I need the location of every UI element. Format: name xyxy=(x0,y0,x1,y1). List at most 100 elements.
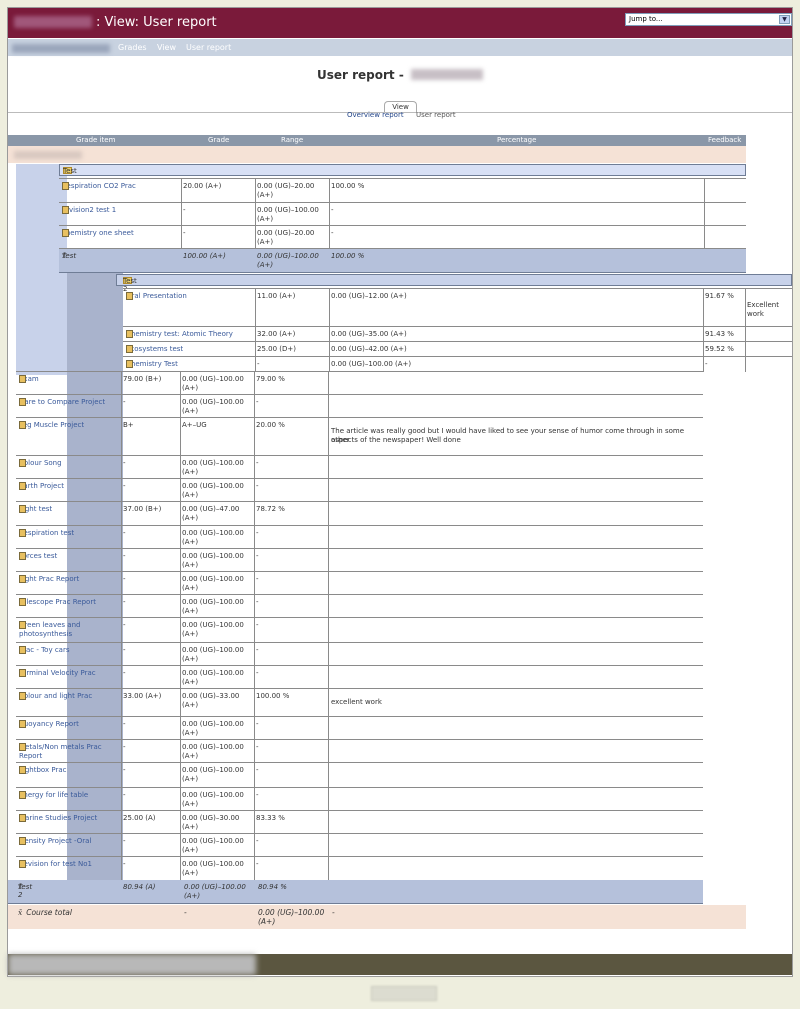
grade-item-link[interactable]: Green leaves and xyxy=(19,621,80,629)
grade-cell: - xyxy=(123,791,126,799)
course-total-range: 0.00 (UG)–100.00 xyxy=(258,908,325,917)
table-row: Chemistry test: Atomic Theory 32.00 (A+) 0… xyxy=(123,326,792,342)
grade-item-link[interactable]: Buoyancy Report xyxy=(19,720,79,728)
column-divider xyxy=(328,811,329,834)
breadcrumb: Grades View User report xyxy=(8,39,792,56)
grade-item-link[interactable]: Marine Studies Project xyxy=(19,814,97,822)
grade-item-link[interactable]: Oral Presentation xyxy=(126,292,187,300)
column-divider xyxy=(254,763,255,788)
column-divider xyxy=(180,572,181,595)
grade-cell: 37.00 (B+) xyxy=(123,505,162,513)
grade-item-link[interactable]: Density Project -Oral xyxy=(19,837,91,845)
breadcrumb-view[interactable]: View xyxy=(157,43,176,52)
grade-cell: - xyxy=(123,398,126,406)
table-row: Dare to Compare Project - 0.00 (UG)–100.00… xyxy=(16,394,703,418)
grade-item-link[interactable]: Chemistry test: Atomic Theory xyxy=(126,330,233,338)
grade-item-icon xyxy=(19,421,26,429)
column-divider xyxy=(121,372,122,395)
percentage-cell: 59.52 % xyxy=(705,345,734,353)
tab-overview-report[interactable]: Overview report xyxy=(347,111,404,119)
jump-to-select[interactable]: Jump to... ▼ xyxy=(625,13,792,26)
grade-item-link[interactable]: Lightbox Prac xyxy=(19,766,66,774)
grade-item-link[interactable]: Colour and light Prac xyxy=(19,692,92,700)
column-divider xyxy=(745,327,746,342)
grade-item-link[interactable]: Respiration test xyxy=(19,529,74,537)
grade-item-link[interactable]: Telescope Prac Report xyxy=(19,598,96,606)
grade-item-link[interactable]: Light Prac Report xyxy=(19,575,79,583)
grade-item-link[interactable]: chemistry one sheet xyxy=(62,229,134,237)
table-row: Light test 37.00 (B+) 0.00 (UG)–47.00 (A+) 7… xyxy=(16,501,703,526)
grade-item-link[interactable]: Revision for test No1 xyxy=(19,860,92,868)
column-divider xyxy=(254,740,255,763)
continue-button-redacted[interactable] xyxy=(371,986,437,1001)
grade-item-icon xyxy=(19,505,26,513)
grade-item-icon xyxy=(19,743,26,751)
course-total-row: x̄ Course total - 0.00 (UG)–100.00 (A+) - xyxy=(8,905,746,929)
grade-item-link-continued[interactable]: Report xyxy=(19,752,42,760)
column-divider xyxy=(328,857,329,881)
breadcrumb-course-redacted[interactable] xyxy=(12,44,110,53)
page-frame: : View: User report Jump to... ▼ Grades … xyxy=(7,7,793,977)
chevron-down-icon[interactable]: ▼ xyxy=(779,15,790,24)
item-name-cell: Dare to Compare Project xyxy=(19,398,105,407)
range-cell-suffix: (A+) xyxy=(182,584,199,592)
grade-cell: 25.00 (A) xyxy=(123,814,156,822)
column-divider xyxy=(254,572,255,595)
report-heading: User report - xyxy=(8,68,792,82)
percentage-cell: 100.00 % xyxy=(256,692,290,700)
item-name-cell: Metals/Non metals Prac Report xyxy=(19,743,102,761)
grade-item-icon xyxy=(19,720,26,728)
grade-item-link-continued[interactable]: photosynthesis xyxy=(19,630,72,638)
grade-item-link[interactable]: Prac - Toy cars xyxy=(19,646,70,654)
footer xyxy=(8,954,792,975)
column-divider xyxy=(703,289,704,327)
grade-item-icon xyxy=(19,860,26,868)
column-divider xyxy=(328,372,329,395)
range-cell: 0.00 (UG)–20.00 xyxy=(257,229,315,237)
grade-item-link[interactable]: Ecosystems test xyxy=(126,345,183,353)
percentage-cell: 100.00 % xyxy=(331,182,365,190)
table-row: Energy for life table - 0.00 (UG)–100.00 (A… xyxy=(16,787,703,811)
column-divider xyxy=(255,203,256,227)
grade-item-link[interactable]: Energy for life table xyxy=(19,791,88,799)
range-cell: 0.00 (UG)–100.00 xyxy=(182,646,244,654)
column-divider xyxy=(254,526,255,549)
range-cell: 0.00 (UG)–100.00 xyxy=(182,552,244,560)
percentage-cell: 83.33 % xyxy=(256,814,285,822)
range-cell: 0.00 (UG)–100.00 xyxy=(182,743,244,751)
column-divider xyxy=(181,226,182,250)
table-row: Respiration CO2 Prac 20.00 (A+) 0.00 (UG)–… xyxy=(59,178,746,203)
category-row-test2: Test 2 xyxy=(116,274,792,293)
range-cell-suffix: (A+) xyxy=(182,775,199,783)
range-cell-suffix: (A+) xyxy=(182,869,199,877)
item-name-cell: Chemistry test: Atomic Theory xyxy=(126,330,233,339)
grade-item-link[interactable]: Dare to Compare Project xyxy=(19,398,105,406)
range-cell: 0.00 (UG)–100.00 xyxy=(182,529,244,537)
column-divider xyxy=(180,811,181,834)
column-divider xyxy=(328,643,329,666)
column-divider xyxy=(254,788,255,811)
range-cell-suffix: (A+) xyxy=(257,238,274,246)
grade-cell: - xyxy=(123,646,126,654)
percentage-cell: - xyxy=(256,791,259,799)
grade-item-link[interactable]: Leg Muscle Project xyxy=(19,421,84,429)
grade-item-link[interactable]: Chemistry Test xyxy=(126,360,178,368)
column-divider xyxy=(180,526,181,549)
range-cell-suffix: (A+) xyxy=(182,491,199,499)
column-divider xyxy=(181,179,182,203)
breadcrumb-grades[interactable]: Grades xyxy=(118,43,147,52)
page-header: : View: User report Jump to... ▼ xyxy=(8,8,792,38)
grade-item-link[interactable]: Respiration CO2 Prac xyxy=(62,182,136,190)
grade-item-link[interactable]: Metals/Non metals Prac xyxy=(19,743,102,751)
column-divider xyxy=(745,342,746,357)
column-divider xyxy=(255,357,256,372)
grade-item-link[interactable]: Terminal Velocity Prac xyxy=(19,669,96,677)
column-divider xyxy=(180,857,181,881)
item-name-cell: Exam xyxy=(19,375,39,384)
column-divider xyxy=(704,203,705,227)
grade-cell: 20.00 (A+) xyxy=(183,182,222,190)
range-cell-suffix: (A+) xyxy=(182,800,199,808)
range-cell: 0.00 (UG)–100.00 (A+) xyxy=(331,360,412,368)
page-title: : View: User report xyxy=(96,15,217,30)
grade-item-link[interactable]: revision2 test 1 xyxy=(62,206,116,214)
